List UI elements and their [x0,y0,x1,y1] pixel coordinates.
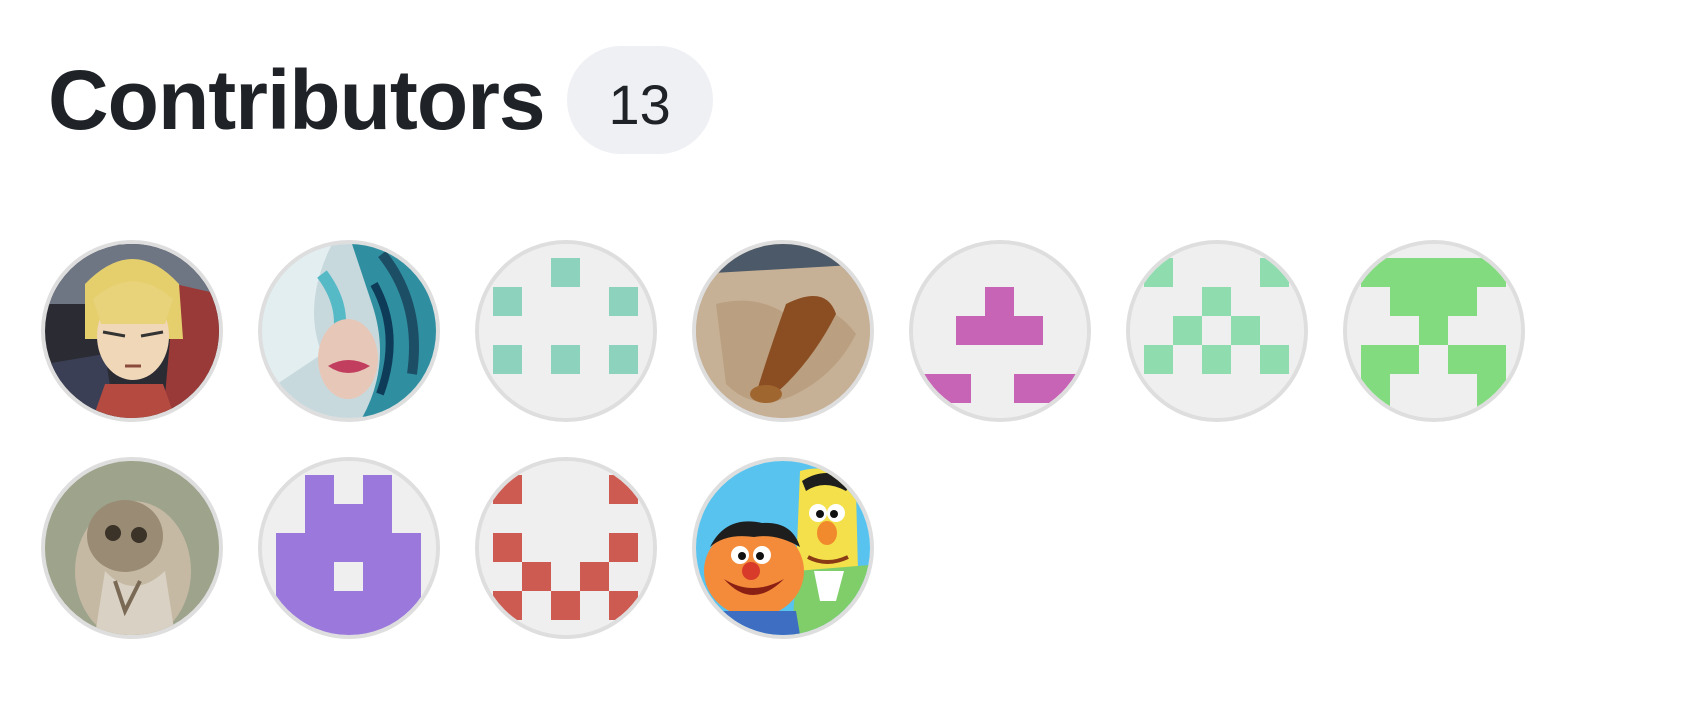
anime-portrait-icon [45,244,219,418]
mint-identicon-icon [1130,244,1304,418]
avatar-row [41,457,1581,639]
contributor-avatar[interactable] [1126,240,1308,422]
dog-photo-icon [696,244,870,418]
contributors-count-badge: 13 [566,46,713,154]
contributor-avatar[interactable] [909,240,1091,422]
contributor-avatar[interactable] [41,457,223,639]
contributor-avatar[interactable] [41,240,223,422]
contributor-avatar[interactable] [475,457,657,639]
contributors-title: Contributors [48,53,546,147]
contributors-avatar-grid [41,240,1581,674]
owl-photo-icon [45,461,219,635]
teal-identicon-icon [479,244,653,418]
contributors-panel: Contributors 13 [0,0,1708,720]
magenta-identicon-icon [913,244,1087,418]
contributor-avatar[interactable] [692,240,874,422]
avatar-row [41,240,1581,422]
green-identicon-icon [1347,244,1521,418]
purple-identicon-icon [262,461,436,635]
contributor-avatar[interactable] [475,240,657,422]
red-identicon-icon [479,461,653,635]
contributor-avatar[interactable] [1343,240,1525,422]
painted-face-icon [262,244,436,418]
muppets-cartoon-icon [696,461,870,635]
contributor-avatar[interactable] [692,457,874,639]
contributors-header: Contributors 13 [48,46,713,154]
contributor-avatar[interactable] [258,457,440,639]
contributor-avatar[interactable] [258,240,440,422]
